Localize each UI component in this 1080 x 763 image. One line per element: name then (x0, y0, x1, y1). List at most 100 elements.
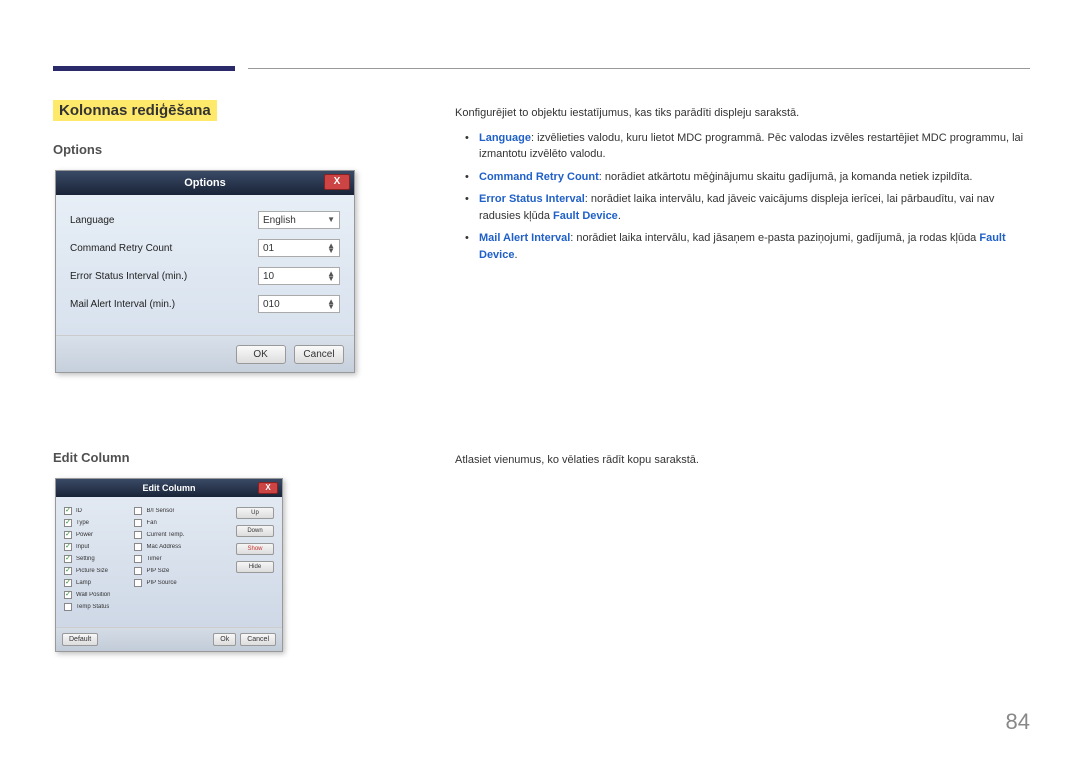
checkbox-icon[interactable] (134, 567, 142, 575)
checkbox-icon[interactable] (134, 519, 142, 527)
retry-count-stepper[interactable]: 01 ▲▼ (258, 239, 340, 257)
list-item-label: Setting (76, 556, 95, 562)
retry-value: 01 (263, 243, 274, 254)
section-title: Kolonnas rediģēšana (53, 100, 217, 121)
close-icon[interactable]: X (258, 482, 278, 494)
list-item[interactable]: Fan (134, 519, 200, 527)
checkbox-icon[interactable] (64, 531, 72, 539)
checkbox-icon[interactable] (64, 555, 72, 563)
checkbox-icon[interactable] (64, 603, 72, 611)
checkbox-icon[interactable] (64, 567, 72, 575)
list-item[interactable]: Picture Size (64, 567, 130, 575)
list-item[interactable]: Lamp (64, 579, 130, 587)
cancel-button[interactable]: Cancel (240, 633, 276, 646)
option-row-error-interval: Error Status Interval (min.) 10 ▲▼ (70, 267, 340, 285)
list-item-label: Picture Size (76, 568, 108, 574)
list-item-label: Wall Position (76, 592, 110, 598)
editcolumn-dialog: Edit Column X ID Type Power Input Setting Pic… (55, 478, 283, 652)
language-dropdown[interactable]: English ▼ (258, 211, 340, 229)
editcolumn-list-col2: B/I Sensor Fan Current Temp. Mac Address Tim… (134, 507, 200, 591)
retry-text: : norādiet atkārtotu mēģinājumu skaitu g… (599, 171, 973, 183)
list-item-label: ID (76, 508, 82, 514)
chevron-down-icon: ▼ (327, 218, 335, 222)
option-label: Error Status Interval (min.) (70, 271, 258, 282)
list-item-label: Lamp (76, 580, 91, 586)
show-button[interactable]: Show (236, 543, 274, 555)
ok-button[interactable]: Ok (213, 633, 236, 646)
retry-keyword: Command Retry Count (479, 171, 599, 183)
list-item-label: B/I Sensor (146, 508, 174, 514)
up-button[interactable]: Up (236, 507, 274, 519)
list-item[interactable]: B/I Sensor (134, 507, 200, 515)
cancel-button[interactable]: Cancel (294, 345, 344, 364)
option-row-retry: Command Retry Count 01 ▲▼ (70, 239, 340, 257)
list-item[interactable]: Power (64, 531, 130, 539)
list-item-label: Current Temp. (146, 532, 184, 538)
list-item-label: PIP Size (146, 568, 169, 574)
default-button[interactable]: Default (62, 633, 98, 646)
options-dialog: Options X Language English ▼ Command Ret… (55, 170, 355, 373)
mail-text-b: . (514, 249, 517, 261)
bullet-retry: Command Retry Count: norādiet atkārtotu … (455, 169, 1030, 186)
page-number: 84 (1006, 709, 1030, 735)
list-item-label: Input (76, 544, 89, 550)
down-button[interactable]: Down (236, 525, 274, 537)
options-dialog-title-text: Options (184, 177, 226, 189)
options-description: Konfigurējiet to objektu iestatījumus, k… (455, 105, 1030, 269)
list-item[interactable]: PIP Size (134, 567, 200, 575)
editcolumn-dialog-title: Edit Column X (56, 479, 282, 497)
list-item[interactable]: PIP Source (134, 579, 200, 587)
list-item[interactable]: Temp Status (64, 603, 130, 611)
checkbox-icon[interactable] (64, 507, 72, 515)
options-dialog-footer: OK Cancel (56, 335, 354, 372)
options-heading: Options (53, 142, 102, 157)
option-row-mail-interval: Mail Alert Interval (min.) 010 ▲▼ (70, 295, 340, 313)
list-item[interactable]: Wall Position (64, 591, 130, 599)
hide-button[interactable]: Hide (236, 561, 274, 573)
checkbox-icon[interactable] (64, 543, 72, 551)
list-item[interactable]: ID (64, 507, 130, 515)
options-intro: Konfigurējiet to objektu iestatījumus, k… (455, 105, 1030, 122)
editcolumn-dialog-title-text: Edit Column (143, 483, 196, 493)
list-item-label: Mac Address (146, 544, 181, 550)
list-item[interactable]: Mac Address (134, 543, 200, 551)
editcolumn-side-buttons: Up Down Show Hide (236, 507, 274, 573)
bullet-error: Error Status Interval: norādiet laika in… (455, 191, 1030, 224)
list-item[interactable]: Setting (64, 555, 130, 563)
header-accent-bar (53, 66, 235, 71)
checkbox-icon[interactable] (64, 591, 72, 599)
error-interval-stepper[interactable]: 10 ▲▼ (258, 267, 340, 285)
checkbox-icon[interactable] (134, 507, 142, 515)
mail-interval-stepper[interactable]: 010 ▲▼ (258, 295, 340, 313)
bullet-mail: Mail Alert Interval: norādiet laika inte… (455, 230, 1030, 263)
spinner-icon: ▲▼ (327, 300, 335, 309)
option-label: Language (70, 215, 258, 226)
checkbox-icon[interactable] (64, 519, 72, 527)
list-item[interactable]: Current Temp. (134, 531, 200, 539)
list-item-label: Fan (146, 520, 156, 526)
language-keyword: Language (479, 132, 531, 144)
ok-button[interactable]: OK (236, 345, 286, 364)
editcolumn-heading: Edit Column (53, 450, 130, 465)
option-label: Mail Alert Interval (min.) (70, 299, 258, 310)
list-item-label: Timer (146, 556, 161, 562)
list-item[interactable]: Timer (134, 555, 200, 563)
option-label: Command Retry Count (70, 243, 258, 254)
error-text-b: . (618, 210, 621, 222)
editcolumn-list-col1: ID Type Power Input Setting Picture Size Lamp W… (64, 507, 130, 615)
checkbox-icon[interactable] (134, 555, 142, 563)
checkbox-icon[interactable] (64, 579, 72, 587)
editcolumn-dialog-footer: Default Ok Cancel (56, 627, 282, 651)
spinner-icon: ▲▼ (327, 272, 335, 281)
list-item[interactable]: Input (64, 543, 130, 551)
checkbox-icon[interactable] (134, 543, 142, 551)
list-item-label: Power (76, 532, 93, 538)
mail-interval-value: 010 (263, 299, 280, 310)
checkbox-icon[interactable] (134, 531, 142, 539)
option-row-language: Language English ▼ (70, 211, 340, 229)
fault-device-keyword-1: Fault Device (553, 210, 618, 222)
close-icon[interactable]: X (324, 174, 350, 190)
list-item[interactable]: Type (64, 519, 130, 527)
list-item-label: PIP Source (146, 580, 176, 586)
checkbox-icon[interactable] (134, 579, 142, 587)
